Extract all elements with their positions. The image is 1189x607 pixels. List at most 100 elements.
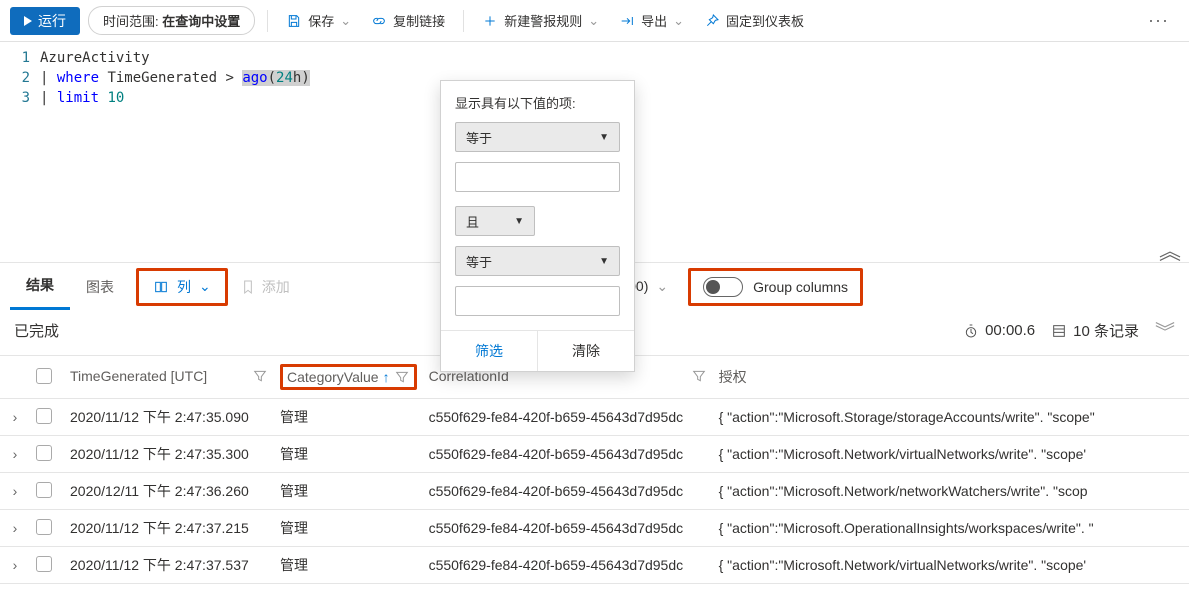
new-alert-rule-button[interactable]: 新建警报规则 ⌄ bbox=[476, 7, 605, 34]
switch-icon bbox=[703, 277, 743, 297]
table-row[interactable]: › 2020/11/12 下午 2:47:35.090管理c550f629-fe8… bbox=[0, 399, 1189, 436]
select-all-checkbox[interactable] bbox=[36, 368, 52, 384]
col-header-categoryvalue[interactable]: CategoryValue ↑ bbox=[274, 356, 423, 399]
pin-dashboard-button[interactable]: 固定到仪表板 bbox=[698, 7, 810, 34]
row-checkbox[interactable] bbox=[36, 445, 52, 461]
add-label: 添加 bbox=[262, 277, 290, 297]
export-label: 导出 bbox=[641, 11, 667, 30]
cell-correlationid: c550f629-fe84-420f-b659-45643d7d95dc bbox=[423, 473, 713, 510]
expand-row-button[interactable]: › bbox=[0, 547, 30, 584]
table-row[interactable]: › 2020/11/12 下午 2:47:37.215管理c550f629-fe8… bbox=[0, 510, 1189, 547]
save-button[interactable]: 保存 ⌄ bbox=[280, 7, 357, 34]
cell-authorization: { "action":"Microsoft.Network/virtualNet… bbox=[713, 436, 1189, 473]
chevron-down-icon: ⌄ bbox=[340, 13, 351, 29]
copy-link-button[interactable]: 复制链接 bbox=[365, 7, 451, 34]
col-header-timegenerated[interactable]: TimeGenerated [UTC] bbox=[64, 356, 274, 399]
cell-authorization: { "action":"Microsoft.Network/networkWat… bbox=[713, 473, 1189, 510]
more-menu-button[interactable]: ··· bbox=[1138, 10, 1179, 31]
cell-correlationid: c550f629-fe84-420f-b659-45643d7d95dc bbox=[423, 510, 713, 547]
tab-results[interactable]: 结果 bbox=[10, 263, 70, 310]
expand-status-button[interactable]: ︾ bbox=[1155, 316, 1175, 345]
filter-apply-button[interactable]: 筛选 bbox=[441, 331, 538, 371]
table-row[interactable]: ›2020/11/12 下午 2:47:37.537管理c550f629-fe8… bbox=[0, 547, 1189, 584]
chevron-down-icon: ⌄ bbox=[199, 278, 211, 295]
link-icon bbox=[371, 13, 387, 29]
code-lines: AzureActivity | where TimeGenerated > ag… bbox=[40, 48, 310, 222]
play-icon bbox=[24, 16, 32, 26]
cell-correlationid: c550f629-fe84-420f-b659-45643d7d95dc bbox=[423, 399, 713, 436]
chevron-down-icon: ⌄ bbox=[656, 278, 668, 294]
filter-operator-2[interactable]: 等于▼ bbox=[455, 246, 620, 276]
cell-timegenerated: 2020/11/12 下午 2:47:37.215 bbox=[64, 510, 274, 547]
columns-button[interactable]: 列 ⌄ bbox=[136, 268, 228, 306]
row-checkbox[interactable] bbox=[36, 556, 52, 572]
columns-icon bbox=[153, 279, 169, 295]
cell-timegenerated: 2020/11/12 下午 2:47:35.300 bbox=[64, 436, 274, 473]
table-row[interactable]: ›2020/12/11 下午 2:47:36.260管理c550f629-fe8… bbox=[0, 473, 1189, 510]
row-checkbox[interactable] bbox=[36, 519, 52, 535]
bookmark-plus-icon bbox=[240, 279, 256, 295]
results-table: TimeGenerated [UTC] CategoryValue ↑ Corr… bbox=[0, 355, 1189, 584]
line-gutter: 123 bbox=[0, 48, 40, 222]
row-checkbox[interactable] bbox=[36, 482, 52, 498]
tab-chart[interactable]: 图表 bbox=[70, 265, 130, 309]
save-label: 保存 bbox=[308, 11, 334, 30]
status-completed: 已完成 bbox=[14, 320, 59, 341]
filter-value-1[interactable] bbox=[455, 162, 620, 192]
filter-icon[interactable] bbox=[252, 368, 268, 387]
time-range-value: 在查询中设置 bbox=[162, 14, 240, 29]
collapse-editor-button[interactable]: ︽ bbox=[1159, 234, 1181, 266]
cell-authorization: { "action":"Microsoft.Network/virtualNet… bbox=[713, 547, 1189, 584]
filter-conjunction[interactable]: 且▼ bbox=[455, 206, 535, 236]
time-range-prefix: 时间范围: bbox=[103, 14, 162, 29]
pin-label: 固定到仪表板 bbox=[726, 11, 804, 30]
cell-categoryvalue: 管理 bbox=[274, 510, 423, 547]
cell-authorization: { "action":"Microsoft.Storage/storageAcc… bbox=[713, 399, 1189, 436]
filter-value-2[interactable] bbox=[455, 286, 620, 316]
cell-categoryvalue: 管理 bbox=[274, 547, 423, 584]
filter-icon[interactable] bbox=[691, 368, 707, 387]
group-columns-toggle[interactable]: Group columns bbox=[688, 268, 863, 306]
columns-label: 列 bbox=[177, 277, 191, 297]
chevron-down-icon: ⌄ bbox=[673, 13, 684, 29]
cell-categoryvalue: 管理 bbox=[274, 399, 423, 436]
export-button[interactable]: 导出 ⌄ bbox=[613, 7, 690, 34]
time-range-selector[interactable]: 时间范围: 在查询中设置 bbox=[88, 6, 255, 35]
expand-row-button[interactable]: › bbox=[0, 436, 30, 473]
new-alert-label: 新建警报规则 bbox=[504, 11, 582, 30]
save-icon bbox=[286, 13, 302, 29]
cell-categoryvalue: 管理 bbox=[274, 473, 423, 510]
cell-timegenerated: 2020/11/12 下午 2:47:37.537 bbox=[64, 547, 274, 584]
filter-clear-button[interactable]: 清除 bbox=[538, 331, 634, 371]
caret-down-icon: ▼ bbox=[514, 216, 524, 227]
divider bbox=[267, 10, 268, 32]
expand-row-button[interactable]: › bbox=[0, 399, 30, 436]
caret-down-icon: ▼ bbox=[599, 256, 609, 267]
export-icon bbox=[619, 13, 635, 29]
filter-icon[interactable] bbox=[394, 369, 410, 385]
expand-row-button[interactable]: › bbox=[0, 473, 30, 510]
filter-operator-1[interactable]: 等于▼ bbox=[455, 122, 620, 152]
stopwatch-icon bbox=[963, 323, 979, 339]
cell-correlationid: c550f629-fe84-420f-b659-45643d7d95dc bbox=[423, 436, 713, 473]
row-checkbox[interactable] bbox=[36, 408, 52, 424]
table-row[interactable]: › 2020/11/12 下午 2:47:35.300管理c550f629-fe8… bbox=[0, 436, 1189, 473]
expand-row-button[interactable]: › bbox=[0, 510, 30, 547]
column-filter-popup: 显示具有以下值的项: 等于▼ 且▼ 等于▼ 筛选 清除 bbox=[440, 80, 635, 372]
query-duration: 00:00.6 bbox=[963, 322, 1035, 339]
plus-icon bbox=[482, 13, 498, 29]
cell-timegenerated: 2020/11/12 下午 2:47:35.090 bbox=[64, 399, 274, 436]
list-icon bbox=[1051, 323, 1067, 339]
copy-link-label: 复制链接 bbox=[393, 11, 445, 30]
pin-icon bbox=[704, 13, 720, 29]
cell-categoryvalue: 管理 bbox=[274, 436, 423, 473]
caret-down-icon: ▼ bbox=[599, 132, 609, 143]
add-button[interactable]: 添加 bbox=[228, 271, 302, 303]
cell-authorization: { "action":"Microsoft.OperationalInsight… bbox=[713, 510, 1189, 547]
popup-title: 显示具有以下值的项: bbox=[455, 93, 620, 112]
run-button[interactable]: 运行 bbox=[10, 7, 80, 35]
sort-asc-icon: ↑ bbox=[383, 369, 390, 385]
record-count: 10 条记录 bbox=[1051, 320, 1139, 341]
col-header-authorization[interactable]: 授权 bbox=[713, 356, 1189, 399]
chevron-down-icon: ⌄ bbox=[588, 13, 599, 29]
